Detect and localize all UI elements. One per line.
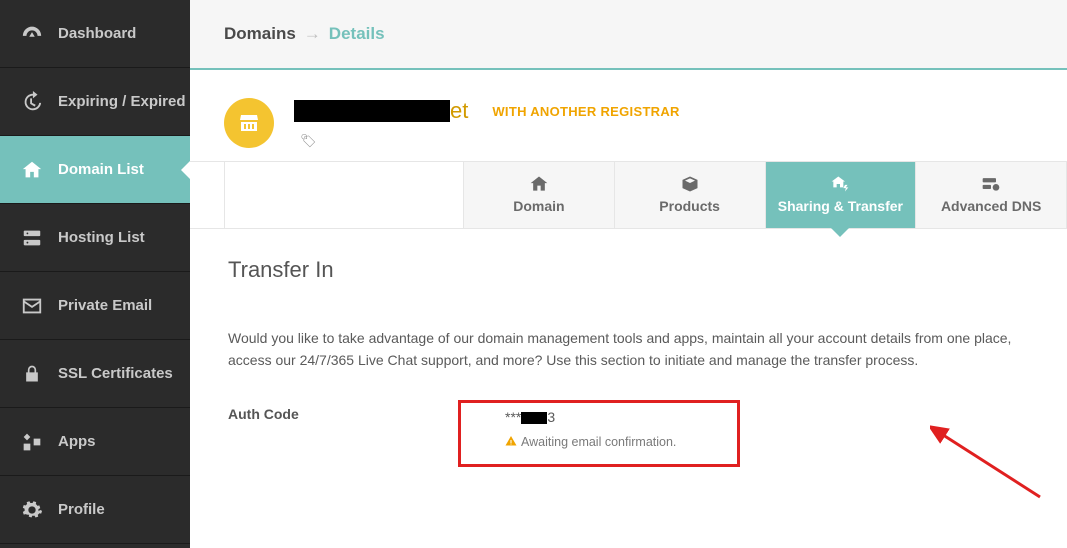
clock-back-icon: [20, 90, 44, 114]
breadcrumb: Domains → Details: [190, 0, 1067, 70]
auth-code-row: Auth Code *** 3 Awaiting email confirmati…: [228, 400, 1029, 467]
server-icon: [20, 226, 44, 250]
tag-icon[interactable]: 🏷: [300, 133, 317, 148]
domain-header: et WITH ANOTHER REGISTRAR 🏷: [190, 70, 1067, 161]
sidebar-item-label: Profile: [58, 501, 105, 518]
gear-icon: [20, 498, 44, 522]
sidebar-item-ssl[interactable]: SSL Certificates: [0, 340, 190, 408]
apps-icon: [20, 430, 44, 454]
tab-products[interactable]: Products: [615, 162, 766, 228]
lock-icon: [20, 362, 44, 386]
auth-code-value: *** 3: [505, 409, 693, 425]
sidebar-item-private-email[interactable]: Private Email: [0, 272, 190, 340]
tab-sharing-transfer[interactable]: Sharing & Transfer: [766, 162, 917, 228]
domain-name-redacted: [294, 100, 450, 122]
sidebar-item-hosting-list[interactable]: Hosting List: [0, 204, 190, 272]
sidebar-item-profile[interactable]: Profile: [0, 476, 190, 544]
warning-icon: [505, 435, 517, 450]
auth-code-box: *** 3 Awaiting email confirmation.: [458, 400, 740, 467]
tab-label: Advanced DNS: [941, 198, 1041, 214]
domain-name-row: et WITH ANOTHER REGISTRAR: [294, 98, 680, 124]
main: Domains → Details et WITH ANOTHER REGIST…: [190, 0, 1067, 548]
auth-code-label: Auth Code: [228, 400, 458, 422]
breadcrumb-current: Details: [329, 24, 385, 44]
sidebar-item-label: Apps: [58, 433, 96, 450]
tab-domain[interactable]: Domain: [464, 162, 615, 228]
tab-advanced-dns[interactable]: Advanced DNS: [916, 162, 1067, 228]
sidebar-item-label: Hosting List: [58, 229, 145, 246]
sidebar-item-expiring[interactable]: Expiring / Expired: [0, 68, 190, 136]
tag-row: 🏷: [300, 132, 680, 149]
tab-label: Sharing & Transfer: [778, 198, 903, 214]
box-icon: [615, 174, 765, 194]
auth-code-status: Awaiting email confirmation.: [505, 435, 693, 450]
house-icon: [20, 158, 44, 182]
section-description: Would you like to take advantage of our …: [228, 327, 1029, 372]
gauge-icon: [20, 22, 44, 46]
sidebar-item-label: Expiring / Expired: [58, 93, 186, 110]
server-gear-icon: [916, 174, 1066, 194]
sidebar: Dashboard Expiring / Expired Domain List…: [0, 0, 190, 548]
tab-label: Products: [659, 198, 720, 214]
sidebar-item-label: SSL Certificates: [58, 365, 173, 382]
breadcrumb-arrow: →: [304, 24, 321, 44]
sidebar-item-label: Domain List: [58, 161, 144, 178]
auth-code-suffix: 3: [547, 409, 555, 425]
section-title: Transfer In: [228, 257, 1029, 283]
breadcrumb-root[interactable]: Domains: [224, 24, 296, 44]
content: Transfer In Would you like to take advan…: [190, 229, 1067, 467]
sidebar-item-dashboard[interactable]: Dashboard: [0, 0, 190, 68]
sidebar-item-apps[interactable]: Apps: [0, 408, 190, 476]
sidebar-item-label: Dashboard: [58, 25, 136, 42]
tabs: Domain Products Sharing & Transfer Advan…: [190, 161, 1067, 229]
mail-icon: [20, 294, 44, 318]
auth-code-redacted: [521, 412, 547, 424]
sidebar-item-label: Private Email: [58, 297, 152, 314]
tab-label: Domain: [513, 198, 564, 214]
auth-code-prefix: ***: [505, 409, 521, 425]
registrar-status: WITH ANOTHER REGISTRAR: [492, 104, 679, 119]
domain-name-suffix: et: [450, 98, 468, 124]
tab-spacer: [224, 162, 464, 228]
auth-status-text: Awaiting email confirmation.: [521, 435, 676, 449]
sidebar-item-domain-list[interactable]: Domain List: [0, 136, 190, 204]
store-icon: [224, 98, 274, 148]
house-icon: [464, 174, 614, 194]
house-arrow-icon: [766, 174, 916, 194]
